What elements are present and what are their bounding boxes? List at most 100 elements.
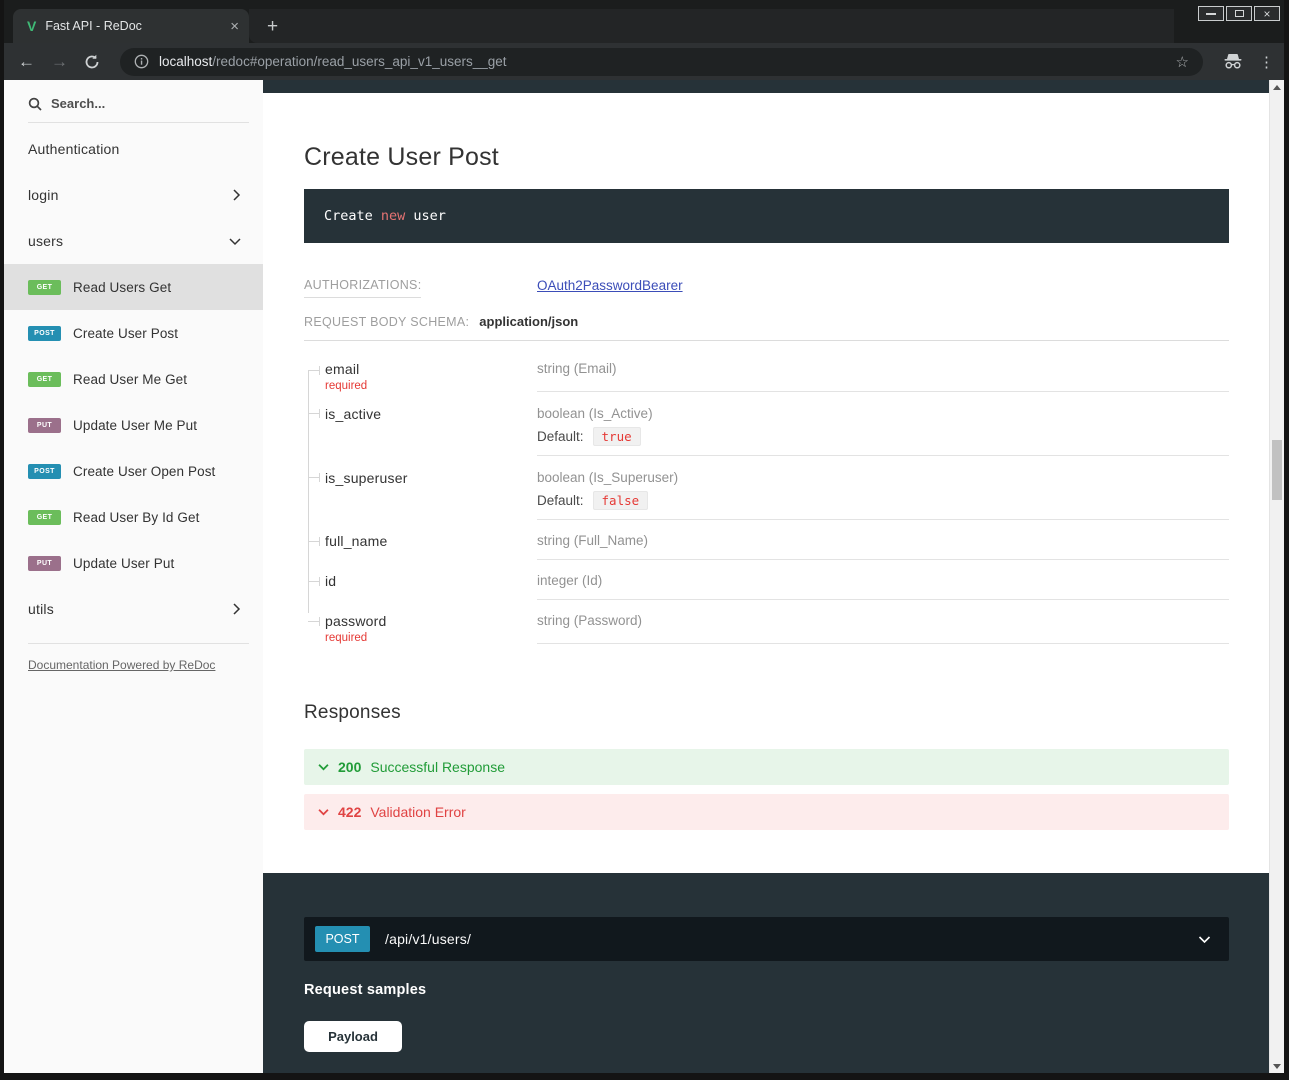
sidebar-item-create-user-open-post[interactable]: POST Create User Open Post (4, 448, 263, 494)
request-samples-panel: POST /api/v1/users/ Request samples Payl… (263, 873, 1269, 1073)
default-value: true (593, 427, 641, 446)
field-name-cell: full_name (304, 520, 537, 560)
sidebar-item-label: Update User Put (73, 556, 174, 571)
search-input[interactable] (51, 96, 239, 111)
field-row-is-active: is_active boolean (Is_Active) Default: t… (304, 392, 1229, 456)
back-icon[interactable]: ← (18, 53, 35, 70)
url-bar[interactable]: localhost/redoc#operation/read_users_api… (120, 48, 1203, 76)
field-name: is_active (325, 406, 537, 422)
field-name: full_name (325, 533, 537, 549)
method-badge-put: PUT (28, 556, 61, 571)
field-type-cell: integer (Id) (537, 560, 1229, 600)
tab-close-icon[interactable]: × (230, 19, 239, 34)
chevron-down-icon (318, 763, 329, 771)
scrollbar-thumb[interactable] (1272, 440, 1282, 500)
required-flag: required (325, 632, 537, 644)
sidebar-item-label: Read Users Get (73, 280, 171, 295)
response-422-banner[interactable]: 422 Validation Error (304, 794, 1229, 830)
sidebar-item-create-user-post[interactable]: POST Create User Post (4, 310, 263, 356)
bookmark-star-icon[interactable]: ☆ (1176, 53, 1189, 71)
default-line: Default: false (537, 491, 1229, 510)
default-label: Default: (537, 493, 584, 508)
browser-tab[interactable]: V Fast API - ReDoc × (13, 9, 249, 43)
tab-title: Fast API - ReDoc (45, 19, 221, 33)
sidebar-item-authentication[interactable]: Authentication (4, 126, 263, 172)
authorizations-row: AUTHORIZATIONS: OAuth2PasswordBearer (304, 278, 1229, 298)
response-code: 200 (338, 759, 361, 775)
payload-tab[interactable]: Payload (304, 1021, 402, 1052)
method-badge-put: PUT (28, 418, 61, 433)
url-host: localhost (159, 54, 212, 69)
method-badge-post: POST (315, 926, 370, 952)
close-button[interactable]: × (1254, 6, 1280, 21)
default-line: Default: true (537, 427, 1229, 446)
browser-window: V Fast API - ReDoc × + × ← → localhost/r… (0, 0, 1289, 1080)
field-name: password (325, 613, 537, 629)
search-icon (28, 97, 42, 111)
sidebar-item-label: Create User Open Post (73, 464, 215, 479)
field-type-cell: string (Email) (537, 341, 1229, 392)
request-body-schema-row: REQUEST BODY SCHEMA: application/json (304, 314, 1229, 341)
incognito-icon (1223, 53, 1243, 70)
operation-description-code: Create new user (304, 189, 1229, 243)
field-row-password: password required string (Password) (304, 600, 1229, 644)
method-badge-get: GET (28, 280, 61, 295)
maximize-button[interactable] (1226, 6, 1252, 21)
sidebar-divider (28, 122, 249, 123)
minimize-button[interactable] (1198, 6, 1224, 21)
scroll-up-arrow[interactable] (1270, 80, 1284, 94)
sidebar-item-update-user-me-put[interactable]: PUT Update User Me Put (4, 402, 263, 448)
schema-fields: email required string (Email) is_active … (304, 341, 1229, 644)
oauth2-link[interactable]: OAuth2PasswordBearer (537, 278, 683, 293)
field-name: email (325, 361, 537, 377)
chevron-down-icon (1198, 935, 1211, 944)
page-scrollbar[interactable] (1269, 80, 1284, 1073)
chevron-right-icon (232, 189, 241, 201)
tab-bar: V Fast API - ReDoc × + × (4, 0, 1284, 43)
sidebar-item-read-user-me-get[interactable]: GET Read User Me Get (4, 356, 263, 402)
page-body: Authentication login users GET Read User… (4, 80, 1284, 1073)
sidebar-item-label: Update User Me Put (73, 418, 197, 433)
sidebar-item-users[interactable]: users (4, 218, 263, 264)
chevron-down-icon (229, 237, 241, 246)
browser-menu-icon[interactable]: ⋮ (1259, 53, 1274, 71)
scroll-down-arrow[interactable] (1270, 1059, 1284, 1073)
request-body-media-type: application/json (479, 314, 578, 329)
field-name-cell: password required (304, 600, 537, 644)
sidebar-item-update-user-put[interactable]: PUT Update User Put (4, 540, 263, 586)
main-content: Create User Post Create new user AUTHORI… (263, 80, 1269, 1073)
url-text[interactable]: localhost/redoc#operation/read_users_api… (159, 54, 1166, 69)
site-info-icon[interactable] (134, 54, 149, 69)
sidebar-item-login[interactable]: login (4, 172, 263, 218)
field-type: string (Email) (537, 361, 1229, 376)
sidebar: Authentication login users GET Read User… (4, 80, 263, 1073)
default-value: false (593, 491, 649, 510)
field-type: integer (Id) (537, 573, 1229, 588)
field-type-cell: boolean (Is_Active) Default: true (537, 392, 1229, 456)
favicon-icon: V (27, 19, 36, 33)
sidebar-item-utils[interactable]: utils (4, 586, 263, 632)
default-label: Default: (537, 429, 584, 444)
sidebar-item-read-users-get[interactable]: GET Read Users Get (4, 264, 263, 310)
field-type-cell: string (Password) (537, 600, 1229, 644)
field-type-cell: boolean (Is_Superuser) Default: false (537, 456, 1229, 520)
sidebar-nav: Authentication login users GET Read User… (4, 126, 263, 632)
browser-toolbar: ← → localhost/redoc#operation/read_users… (4, 43, 1284, 80)
field-row-full-name: full_name string (Full_Name) (304, 520, 1229, 560)
responses-heading: Responses (304, 702, 1229, 724)
url-path: /redoc#operation/read_users_api_v1_users… (212, 54, 506, 69)
endpoint-dropdown[interactable]: POST /api/v1/users/ (304, 917, 1229, 961)
field-type: string (Password) (537, 613, 1229, 628)
method-badge-get: GET (28, 372, 61, 387)
field-name: is_superuser (325, 470, 537, 486)
field-name-cell: is_active (304, 392, 537, 456)
sidebar-item-label: utils (28, 601, 54, 617)
endpoint-path: /api/v1/users/ (385, 931, 471, 947)
sidebar-footer: Documentation Powered by ReDoc (4, 644, 263, 674)
sidebar-item-read-user-by-id-get[interactable]: GET Read User By Id Get (4, 494, 263, 540)
refresh-icon[interactable] (84, 54, 100, 70)
response-200-banner[interactable]: 200 Successful Response (304, 749, 1229, 785)
sidebar-item-label: Read User Me Get (73, 372, 187, 387)
new-tab-button[interactable]: + (267, 17, 278, 36)
redoc-footer-link[interactable]: Documentation Powered by ReDoc (28, 658, 215, 672)
